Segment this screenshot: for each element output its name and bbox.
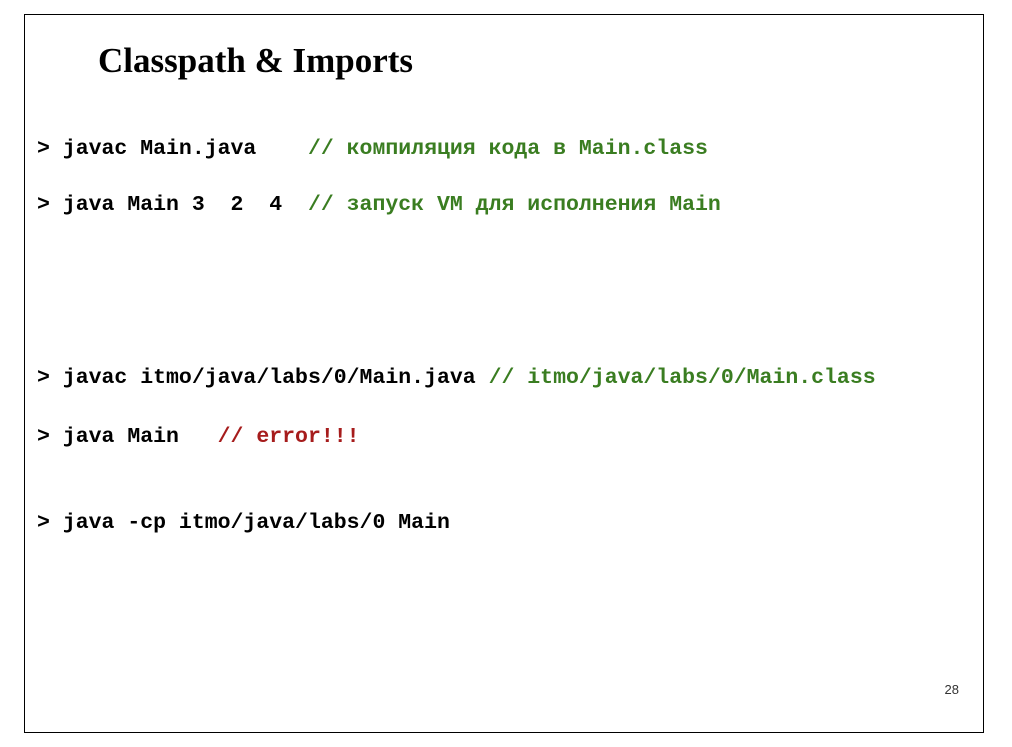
- code-line-compile: > javac Main.java // компиляция кода в M…: [37, 136, 708, 162]
- code-line-compile-package: > javac itmo/java/labs/0/Main.java // it…: [37, 365, 876, 391]
- code-line-run: > java Main 3 2 4 // запуск VM для испол…: [37, 192, 721, 218]
- error-comment-text: // error!!!: [217, 425, 360, 449]
- command-text: > java Main: [37, 425, 218, 449]
- slide-title: Classpath & Imports: [98, 41, 414, 80]
- command-text: > javac Main.java: [37, 137, 308, 161]
- comment-text: // запуск VM для исполнения Main: [307, 193, 721, 217]
- page-number: 28: [944, 682, 959, 697]
- code-line-run-classpath: > java -cp itmo/java/labs/0 Main: [37, 510, 450, 536]
- command-text: > javac itmo/java/labs/0/Main.java: [37, 366, 489, 390]
- code-line-run-error: > java Main // error!!!: [37, 424, 360, 450]
- slide: Classpath & Imports > javac Main.java //…: [24, 14, 984, 733]
- command-text: > java Main 3 2 4: [37, 193, 308, 217]
- comment-text: // компиляция кода в Main.class: [307, 137, 708, 161]
- command-text: > java -cp itmo/java/labs/0 Main: [37, 511, 450, 535]
- comment-text: // itmo/java/labs/0/Main.class: [488, 366, 876, 390]
